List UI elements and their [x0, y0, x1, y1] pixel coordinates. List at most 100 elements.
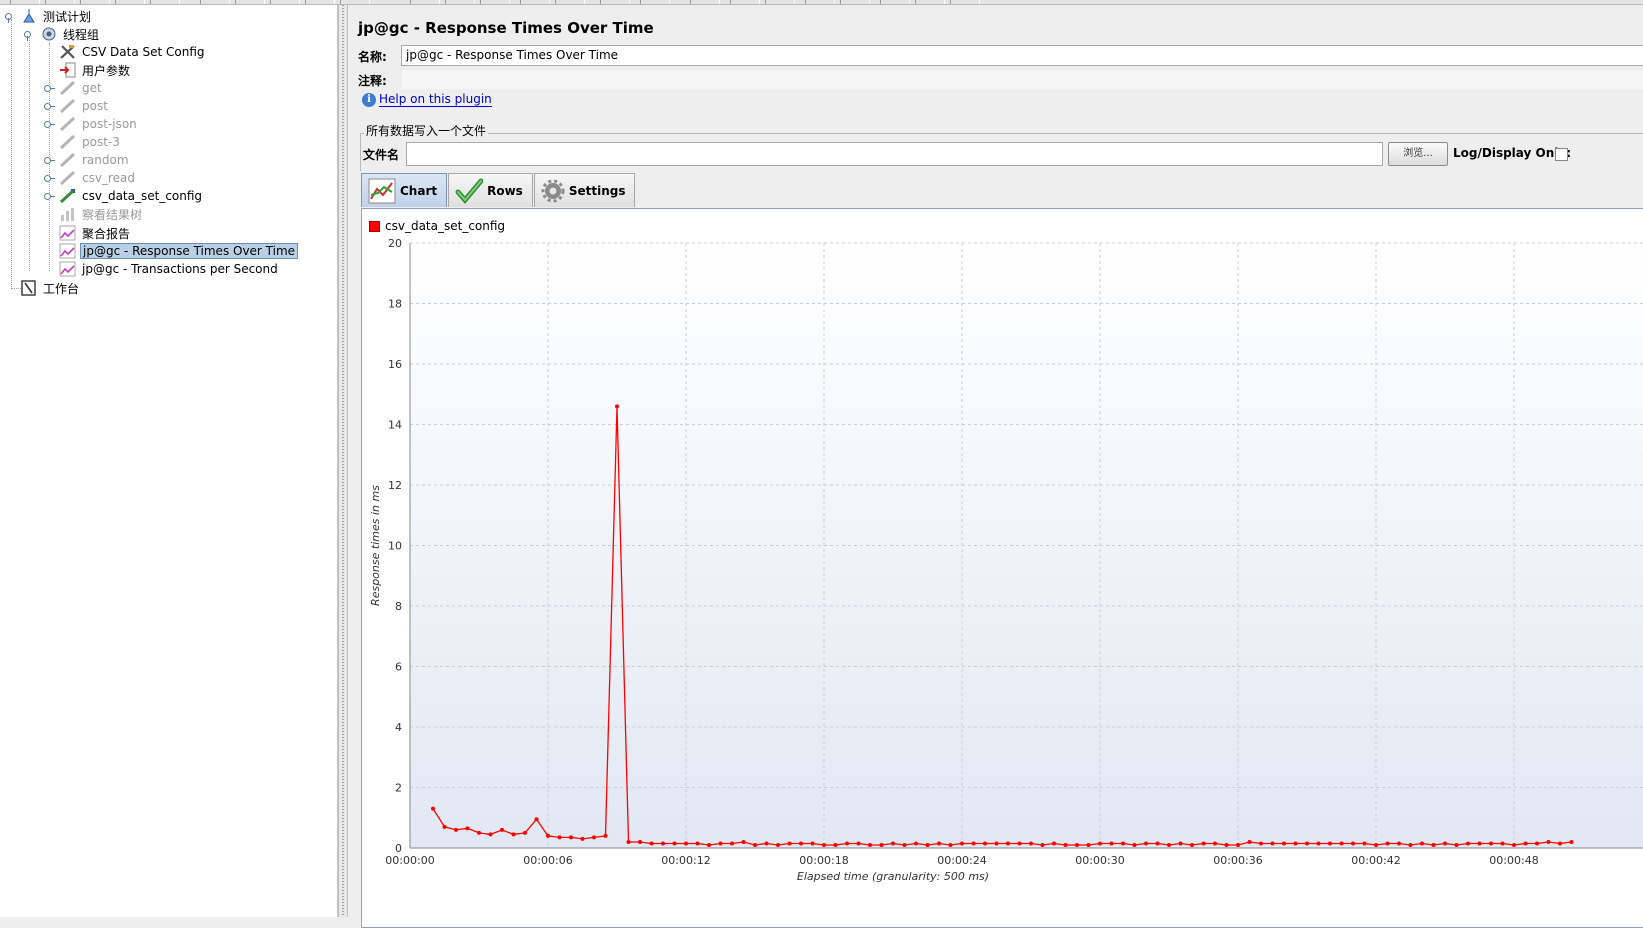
data-point: [615, 404, 619, 409]
data-point: [1098, 841, 1102, 846]
data-point: [1006, 841, 1010, 846]
data-point: [569, 835, 573, 840]
x-tick-label: 00:00:18: [799, 854, 848, 867]
tree-node-user-parameters[interactable]: 用户参数: [59, 61, 132, 79]
x-tick-label: 00:00:06: [523, 854, 572, 867]
tree-node-label: jp@gc - Transactions per Second: [82, 262, 278, 276]
tree-node-workbench[interactable]: 工作台: [20, 279, 81, 297]
data-point: [799, 841, 803, 846]
tree-node-label: jp@gc - Response Times Over Time: [80, 243, 299, 259]
tree-node-get[interactable]: get: [59, 79, 104, 97]
tree-node-view-results-tree[interactable]: 察看结果树: [59, 205, 144, 223]
tree-connector: [29, 38, 30, 271]
data-point: [764, 841, 769, 846]
tree-node-transactions-per-second[interactable]: jp@gc - Transactions per Second: [59, 260, 280, 278]
data-point: [546, 833, 550, 838]
y-tick-label: 16: [388, 358, 402, 371]
data-point: [994, 841, 999, 846]
tree-node-post-3[interactable]: post-3: [59, 133, 122, 151]
data-point: [1017, 841, 1022, 846]
tree-node-label: 线程组: [63, 27, 100, 42]
data-point: [1086, 842, 1091, 847]
tree-node-test-plan[interactable]: 测试计划: [20, 7, 93, 25]
tree-node-aggregate-report[interactable]: 聚合报告: [59, 224, 132, 242]
tree-expand-toggle[interactable]: [44, 101, 55, 110]
tree-node-response-times-over-time[interactable]: jp@gc - Response Times Over Time: [59, 242, 299, 260]
data-point: [1351, 841, 1355, 846]
tree-expand-toggle[interactable]: [44, 119, 55, 128]
tree-node-random[interactable]: random: [59, 151, 131, 169]
data-point: [1454, 842, 1459, 847]
tree-expand-toggle[interactable]: [44, 173, 55, 182]
data-point: [1052, 841, 1056, 846]
tree-node-post[interactable]: post: [59, 97, 110, 115]
data-point: [1224, 842, 1229, 847]
tree-node-label: 察看结果树: [82, 207, 143, 222]
y-tick-label: 6: [395, 661, 402, 674]
tree-expand-toggle[interactable]: [44, 155, 55, 164]
data-point: [1109, 841, 1114, 846]
tree-node-label: get: [82, 81, 102, 95]
sampler-icon: [59, 134, 77, 150]
data-point: [1558, 841, 1562, 846]
data-point: [1305, 841, 1309, 846]
tree-expand-toggle[interactable]: [24, 29, 32, 41]
data-point: [1477, 841, 1482, 846]
y-tick-label: 2: [395, 782, 402, 795]
data-point: [718, 841, 723, 846]
data-point: [1569, 839, 1574, 844]
tree-node-label: csv_data_set_config: [82, 189, 203, 203]
data-point: [810, 841, 815, 846]
tree-node-csv-data-set-config-sampler[interactable]: csv_data_set_config: [59, 187, 204, 205]
tree-expand-toggle[interactable]: [5, 11, 13, 23]
data-point: [1178, 841, 1183, 846]
data-point: [1029, 841, 1033, 846]
data-point: [1362, 841, 1367, 846]
data-point: [1535, 841, 1539, 846]
graph-icon: [59, 225, 77, 241]
tree-node-csv-read[interactable]: csv_read: [59, 169, 137, 187]
data-point: [592, 835, 596, 840]
data-point: [638, 839, 642, 844]
tree-expand-toggle[interactable]: [44, 83, 55, 92]
tree-node-thread-group[interactable]: 线程组: [40, 25, 101, 43]
data-point: [1328, 841, 1332, 846]
data-point: [891, 841, 895, 846]
data-point: [661, 841, 665, 846]
x-tick-label: 00:00:12: [661, 854, 710, 867]
user-parameters-icon: [59, 62, 77, 78]
tree-node-post-json[interactable]: post-json: [59, 115, 139, 133]
data-point: [707, 842, 711, 847]
data-point: [1155, 841, 1160, 846]
data-point: [1063, 842, 1068, 847]
data-point: [1385, 841, 1390, 846]
data-point: [937, 841, 941, 846]
data-point: [741, 839, 746, 844]
tree-expand-toggle[interactable]: [44, 191, 55, 200]
data-point: [454, 827, 458, 832]
sampler-icon: [59, 80, 77, 96]
data-point: [1167, 842, 1171, 847]
workbench-icon: [20, 280, 38, 296]
y-tick-label: 10: [388, 540, 402, 553]
tree-node-label: CSV Data Set Config: [82, 45, 205, 59]
data-point: [960, 841, 964, 846]
split-pane-divider[interactable]: [338, 5, 348, 917]
data-point: [1247, 839, 1252, 844]
data-point: [1213, 841, 1217, 846]
data-point: [730, 841, 734, 846]
plot-area: [410, 243, 1643, 848]
y-axis-label: Response times in ms: [369, 485, 382, 606]
y-axis: 02468101214161820: [388, 237, 411, 855]
x-axis-label: Elapsed time (granularity: 500 ms): [797, 870, 989, 883]
tree-node-csv-data-set-config[interactable]: CSV Data Set Config: [59, 43, 207, 61]
test-plan-tree[interactable]: 测试计划 线程组 CSV Data Set Config 用户参数 get po…: [0, 5, 338, 917]
data-point: [442, 824, 447, 829]
x-tick-label: 00:00:30: [1075, 854, 1124, 867]
data-point: [776, 842, 780, 847]
y-tick-label: 4: [395, 721, 402, 734]
test-plan-icon: [20, 8, 38, 24]
listener-icon: [59, 206, 77, 222]
data-point: [822, 842, 826, 847]
data-point: [1408, 842, 1413, 847]
